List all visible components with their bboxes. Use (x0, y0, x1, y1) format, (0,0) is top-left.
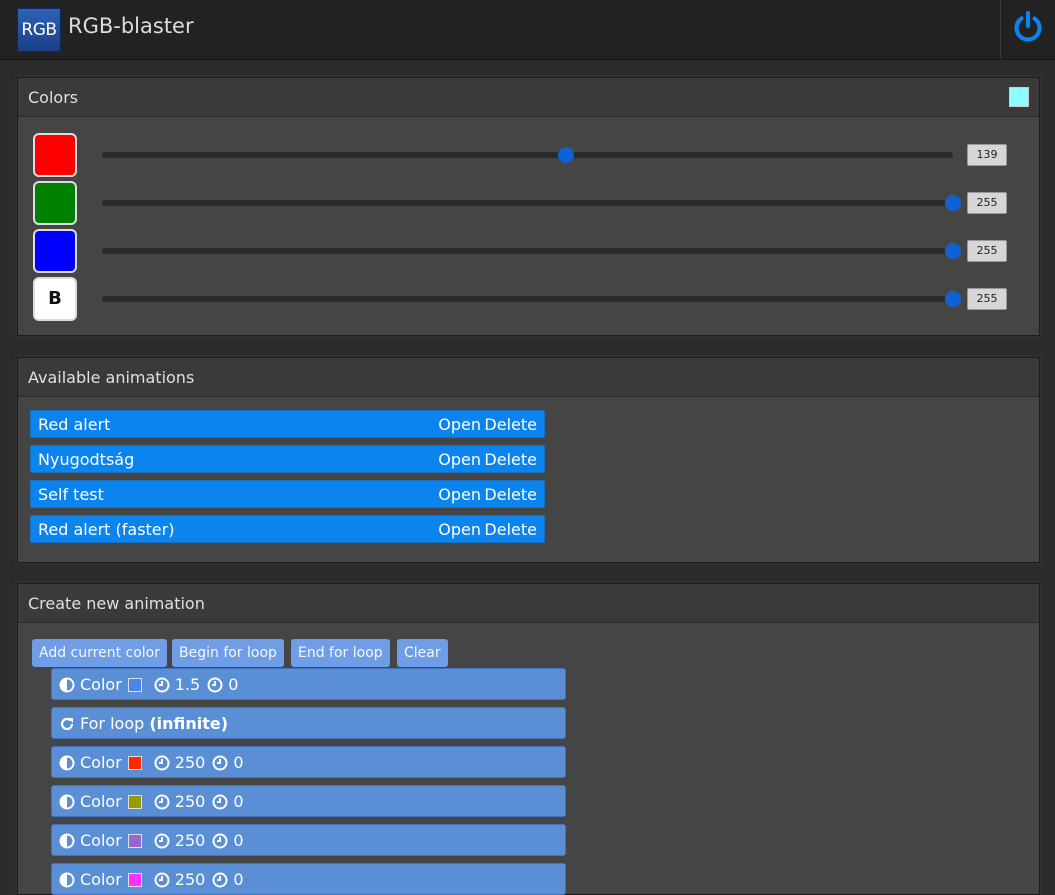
clock-icon (212, 755, 228, 770)
brightness-value[interactable]: 255 (967, 288, 1007, 310)
clock-icon (154, 677, 170, 692)
red-slider[interactable] (102, 147, 953, 163)
blue-slider[interactable] (102, 243, 961, 259)
green-slider[interactable] (102, 195, 961, 211)
contrast-icon (59, 677, 75, 692)
animation-item: Nyugodtság Open Delete (30, 445, 545, 473)
step-label: Color (80, 870, 122, 889)
red-value[interactable]: 139 (967, 144, 1007, 166)
step-color[interactable]: Color 250 0 (51, 746, 566, 778)
begin-for-loop-button[interactable]: Begin for loop (172, 639, 284, 667)
animation-item: Red alert Open Delete (30, 410, 545, 438)
step-color-swatch (127, 755, 142, 770)
step-duration: 250 (174, 753, 206, 772)
animations-panel-title: Available animations (28, 368, 195, 387)
colors-panel-title: Colors (28, 88, 79, 107)
open-animation-button[interactable]: Open (438, 485, 481, 504)
open-animation-button[interactable]: Open (438, 450, 481, 469)
create-panel-header: Create new animation (18, 584, 1039, 623)
clock-icon (207, 677, 223, 692)
step-delay: 0 (233, 831, 244, 850)
step-color[interactable]: Color 250 0 (51, 785, 566, 817)
step-delay: 0 (233, 792, 244, 811)
step-duration: 250 (174, 831, 206, 850)
animation-name: Red alert (faster) (38, 520, 175, 539)
animation-name: Nyugodtság (38, 450, 135, 469)
step-color-swatch (127, 794, 142, 809)
delete-animation-button[interactable]: Delete (484, 415, 537, 434)
color-preview-swatch (1009, 87, 1029, 107)
green-value[interactable]: 255 (967, 192, 1007, 214)
end-for-loop-button[interactable]: End for loop (291, 639, 390, 667)
create-animation-panel: Create new animation Add current color B… (17, 583, 1040, 895)
channel-row-brightness: B 255 (33, 277, 1023, 321)
add-current-color-button[interactable]: Add current color (32, 639, 167, 667)
channel-row-red: 139 (33, 133, 1023, 177)
green-channel-button[interactable] (33, 181, 77, 225)
app-title: RGB-blaster (68, 14, 194, 38)
clock-icon (154, 794, 170, 809)
step-duration: 1.5 (174, 675, 201, 694)
brightness-channel-button[interactable]: B (33, 277, 77, 321)
clear-button[interactable]: Clear (397, 639, 448, 667)
step-label: Color (80, 753, 122, 772)
power-icon[interactable] (1011, 10, 1045, 44)
channel-row-green: 255 (33, 181, 1023, 225)
contrast-icon (59, 872, 75, 887)
delete-animation-button[interactable]: Delete (484, 450, 537, 469)
open-animation-button[interactable]: Open (438, 415, 481, 434)
brightness-slider[interactable] (102, 291, 961, 307)
step-color-swatch (127, 872, 142, 887)
animations-panel-header: Available animations (18, 358, 1039, 397)
blue-channel-button[interactable] (33, 229, 77, 273)
delete-animation-button[interactable]: Delete (484, 485, 537, 504)
step-color-swatch (127, 833, 142, 848)
clock-icon (212, 872, 228, 887)
colors-panel-header: Colors (18, 78, 1039, 117)
clock-icon (154, 872, 170, 887)
blue-slider-thumb[interactable] (945, 243, 961, 259)
app-header: RGB RGB-blaster (0, 0, 1055, 60)
step-delay: 0 (233, 753, 244, 772)
clock-icon (212, 794, 228, 809)
open-animation-button[interactable]: Open (438, 520, 481, 539)
step-color[interactable]: Color 1.5 0 (51, 668, 566, 700)
step-label: Color (80, 675, 122, 694)
brightness-slider-thumb[interactable] (945, 291, 961, 307)
clock-icon (154, 833, 170, 848)
clock-icon (212, 833, 228, 848)
clock-icon (154, 755, 170, 770)
animation-item: Red alert (faster) Open Delete (30, 515, 545, 543)
contrast-icon (59, 755, 75, 770)
step-color-swatch (127, 677, 142, 692)
colors-panel: Colors 139 255 255 B 255 (17, 77, 1040, 336)
create-panel-title: Create new animation (28, 594, 205, 613)
app-logo: RGB (17, 8, 61, 52)
animation-item: Self test Open Delete (30, 480, 545, 508)
step-duration: 250 (174, 792, 206, 811)
red-slider-thumb[interactable] (557, 147, 574, 163)
delete-animation-button[interactable]: Delete (484, 520, 537, 539)
step-label: For loop (80, 714, 145, 733)
contrast-icon (59, 833, 75, 848)
step-label: Color (80, 831, 122, 850)
step-color[interactable]: Color 250 0 (51, 824, 566, 856)
contrast-icon (59, 794, 75, 809)
blue-value[interactable]: 255 (967, 240, 1007, 262)
animations-panel: Available animations Red alert Open Dele… (17, 357, 1040, 563)
step-for-loop[interactable]: For loop (infinite) (51, 707, 566, 739)
animation-name: Red alert (38, 415, 111, 434)
step-duration: 250 (174, 870, 206, 889)
loop-count: (infinite) (149, 714, 229, 733)
step-label: Color (80, 792, 122, 811)
step-color[interactable]: Color 250 0 (51, 863, 566, 895)
green-slider-thumb[interactable] (945, 195, 961, 211)
power-button[interactable] (1000, 0, 1055, 59)
step-delay: 0 (228, 675, 239, 694)
channel-row-blue: 255 (33, 229, 1023, 273)
step-delay: 0 (233, 870, 244, 889)
refresh-icon (60, 717, 74, 730)
animation-name: Self test (38, 485, 104, 504)
red-channel-button[interactable] (33, 133, 77, 177)
